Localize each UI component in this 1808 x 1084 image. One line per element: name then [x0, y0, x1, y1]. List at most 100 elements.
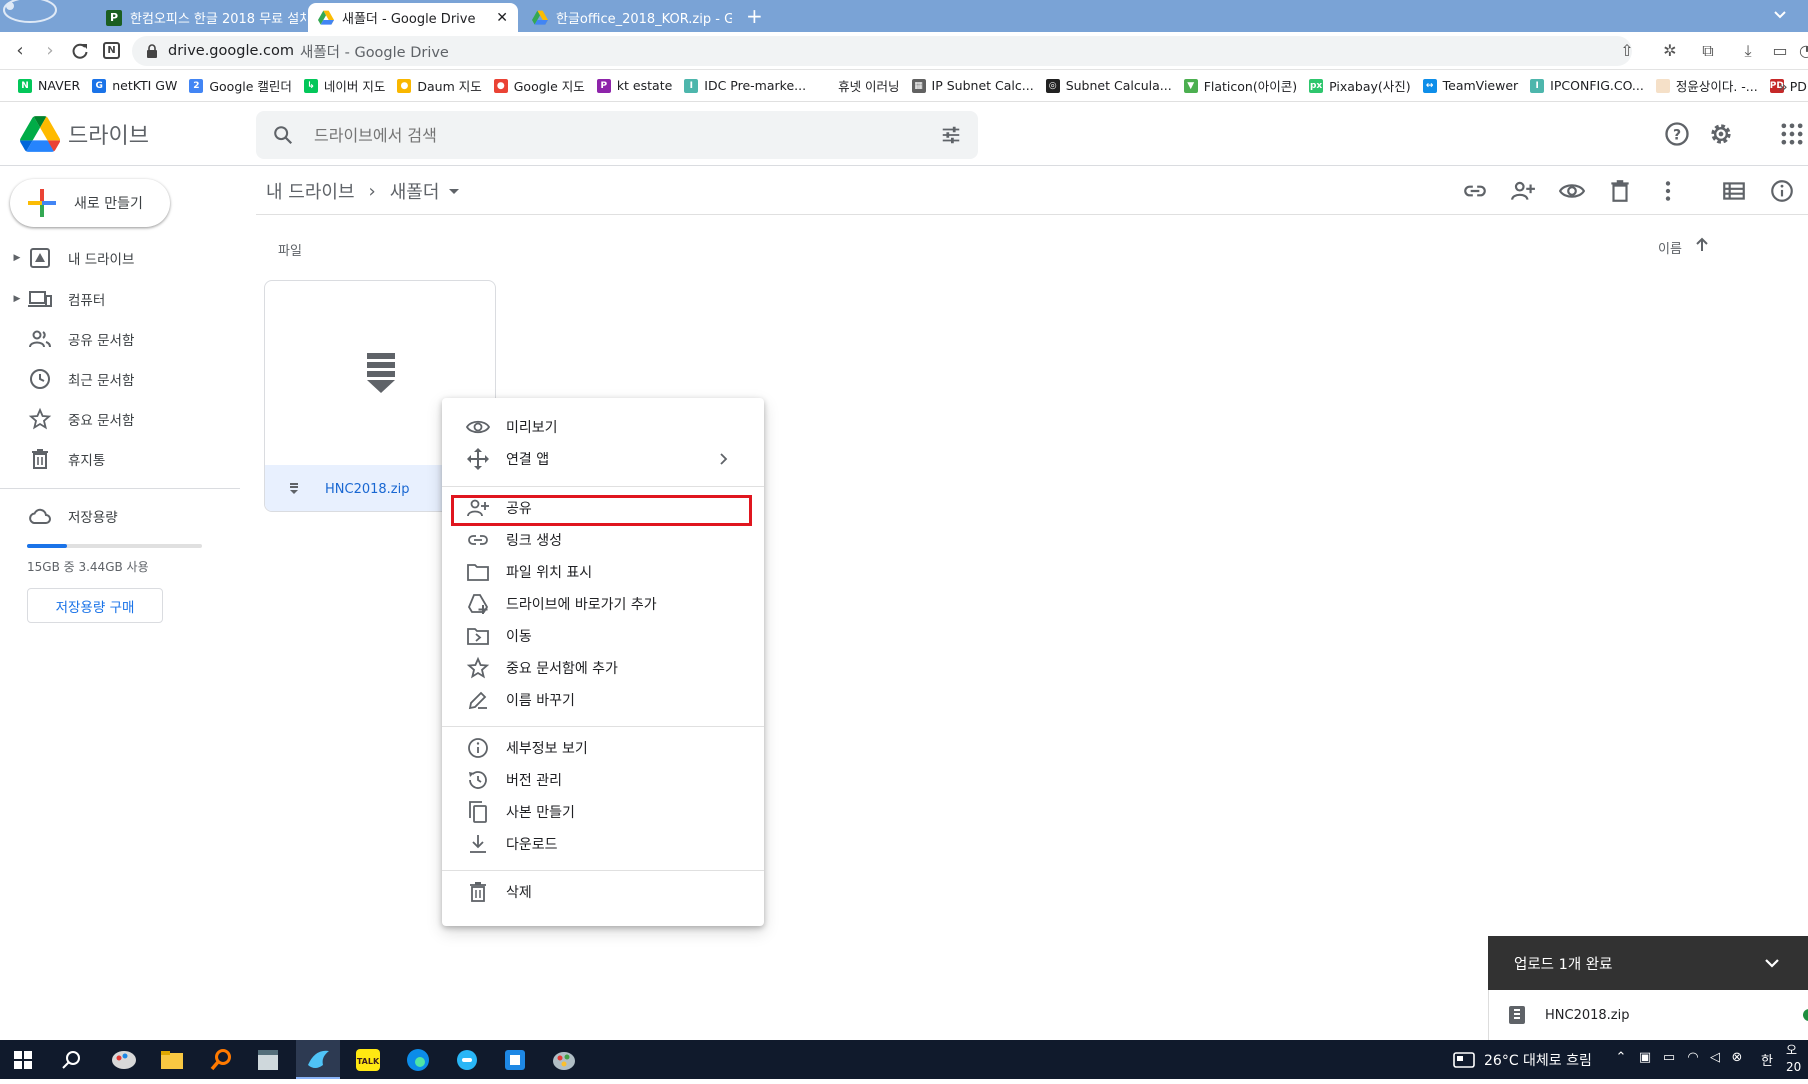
- bookmark-subnet-calc[interactable]: ◎ Subnet Calcula...: [1045, 78, 1172, 93]
- nav-shared[interactable]: 공유 문서함: [0, 321, 240, 357]
- nav-recent[interactable]: 최근 문서함: [0, 361, 240, 397]
- more-actions-icon[interactable]: [1655, 178, 1681, 204]
- get-link-icon[interactable]: [1462, 178, 1488, 204]
- menu-item-get-link[interactable]: 링크 생성: [442, 524, 764, 556]
- view-details-info-icon[interactable]: [1769, 178, 1795, 204]
- remove-trash-icon[interactable]: [1607, 178, 1633, 204]
- forward-icon[interactable]: ›: [38, 39, 62, 63]
- apps-grid-icon[interactable]: [1778, 120, 1806, 148]
- tab-zip-file[interactable]: 한글office_2018_KOR.zip - Goo: [522, 3, 732, 32]
- menu-item-preview[interactable]: 미리보기: [442, 411, 764, 443]
- bookmark-teamviewer[interactable]: ↔ TeamViewer: [1422, 78, 1518, 93]
- profile-icon[interactable]: ◔: [1796, 41, 1808, 61]
- menu-item-add-shortcut[interactable]: 드라이브에 바로가기 추가: [442, 588, 764, 620]
- close-tab-icon[interactable]: ✕: [490, 10, 508, 26]
- nav-trash[interactable]: 휴지통: [0, 441, 240, 477]
- search-input[interactable]: [312, 121, 872, 149]
- new-button[interactable]: 새로 만들기: [10, 179, 170, 227]
- network-wifi-icon[interactable]: ◠: [1684, 1050, 1702, 1068]
- nav-my-drive[interactable]: ▶ 내 드라이브: [0, 240, 240, 276]
- battery-icon[interactable]: ▭: [1660, 1050, 1678, 1068]
- nav-starred[interactable]: 중요 문서함: [0, 401, 240, 437]
- bookmark-flaticon[interactable]: ▼ Flaticon(아이콘): [1183, 76, 1297, 95]
- volume-icon[interactable]: ◁: [1706, 1050, 1724, 1068]
- active-app-highlight[interactable]: [296, 1040, 340, 1079]
- share-icon[interactable]: [1510, 178, 1536, 204]
- search-box[interactable]: [256, 111, 978, 159]
- notification-x-icon[interactable]: ⊗: [1728, 1050, 1746, 1068]
- address-bar[interactable]: drive.google.com 새폴더 - Google Drive: [132, 36, 1632, 66]
- bookmark-google-calendar[interactable]: 2 Google 캘린더: [189, 76, 292, 95]
- app-window-icon[interactable]: [253, 1045, 283, 1075]
- ime-korean-indicator[interactable]: 한: [1758, 1050, 1776, 1069]
- windows-start-icon[interactable]: [8, 1045, 38, 1075]
- menu-item-open-with[interactable]: 연결 앱: [442, 443, 764, 475]
- menu-item-show-location[interactable]: 파일 위치 표시: [442, 556, 764, 588]
- share-page-icon[interactable]: ⇧: [1617, 41, 1637, 61]
- sidepanel-icon[interactable]: ▭: [1770, 41, 1790, 61]
- kakaotalk-icon[interactable]: TALK: [353, 1045, 383, 1075]
- bookmark-ipconfig[interactable]: I IPCONFIG.CO...: [1530, 78, 1644, 93]
- tab-search-chevron-icon[interactable]: [1772, 7, 1788, 23]
- upload-item-row[interactable]: HNC2018.zip: [1488, 990, 1808, 1040]
- bookmark-naver[interactable]: N NAVER: [18, 78, 80, 93]
- new-tab-button[interactable]: +: [746, 4, 763, 28]
- meet-now-icon[interactable]: ▣: [1636, 1050, 1654, 1068]
- app-paint-icon[interactable]: [109, 1045, 139, 1075]
- extension-n-icon[interactable]: N: [103, 42, 120, 59]
- menu-item-add-starred[interactable]: 중요 문서함에 추가: [442, 652, 764, 684]
- menu-item-rename[interactable]: 이름 바꾸기: [442, 684, 764, 716]
- bookmark-ip-subnet[interactable]: ▦ IP Subnet Calc...: [911, 78, 1034, 93]
- more-bookmarks-icon[interactable]: »: [1778, 77, 1788, 96]
- help-icon[interactable]: ?: [1663, 120, 1691, 148]
- app-search-orange-icon[interactable]: [206, 1045, 236, 1075]
- reload-icon[interactable]: [71, 42, 89, 60]
- clock[interactable]: 오 20: [1786, 1042, 1801, 1076]
- menu-item-download[interactable]: 다운로드: [442, 828, 764, 860]
- chat-app-icon[interactable]: [452, 1045, 482, 1075]
- weather-widget[interactable]: 26°C 대체로 흐림: [1452, 1040, 1592, 1079]
- bookmark-netkti[interactable]: GnetKTI GW: [92, 78, 177, 93]
- search-icon[interactable]: [272, 124, 294, 146]
- show-hidden-icons-icon[interactable]: ⌃: [1612, 1050, 1630, 1068]
- app-store-icon[interactable]: [500, 1045, 530, 1075]
- preview-eye-icon[interactable]: [1559, 178, 1585, 204]
- menu-item-remove[interactable]: 삭제: [442, 876, 764, 908]
- bookmark-idc[interactable]: I IDC Pre-marke...: [684, 78, 806, 93]
- download-icon[interactable]: ⤓: [1738, 41, 1758, 61]
- bookmark-pdf-compare[interactable]: PDFPDF 파일 비교: [1769, 76, 1808, 95]
- edge-browser-icon[interactable]: [403, 1045, 433, 1075]
- breadcrumb-current-folder[interactable]: 새폴더: [390, 178, 440, 204]
- list-view-icon[interactable]: [1721, 178, 1747, 204]
- taskbar-search-icon[interactable]: [57, 1045, 87, 1075]
- bookmark-hunet[interactable]: 휴넷 이러닝: [818, 76, 900, 95]
- expand-caret-icon[interactable]: ▶: [10, 253, 24, 263]
- bookmark-personal[interactable]: 정윤상이다. -...: [1655, 76, 1758, 95]
- drive-logo-icon[interactable]: [20, 116, 60, 152]
- extensions-star-icon[interactable]: ✲: [1660, 41, 1680, 61]
- menu-item-make-copy[interactable]: 사본 만들기: [442, 796, 764, 828]
- bookmark-google-map[interactable]: ● Google 지도: [493, 76, 585, 95]
- settings-gear-icon[interactable]: [1707, 120, 1735, 148]
- bookmark-daum-map[interactable]: ● Daum 지도: [397, 76, 482, 95]
- search-options-icon[interactable]: [940, 124, 962, 146]
- tab-google-drive[interactable]: 새폴더 - Google Drive ✕: [308, 3, 518, 32]
- nav-computers[interactable]: ▶ 컴퓨터: [0, 281, 240, 317]
- menu-item-details[interactable]: 세부정보 보기: [442, 732, 764, 764]
- menu-item-move[interactable]: 이동: [442, 620, 764, 652]
- expand-caret-icon[interactable]: ▶: [10, 294, 24, 304]
- buy-storage-button[interactable]: 저장용량 구매: [27, 588, 163, 623]
- folder-dropdown-icon[interactable]: [445, 182, 463, 200]
- tab-hancom[interactable]: P 한컴오피스 한글 2018 무료 설치: [96, 3, 306, 32]
- sort-ascending-arrow-icon[interactable]: [1693, 236, 1711, 254]
- file-explorer-icon[interactable]: [157, 1045, 187, 1075]
- puzzle-icon[interactable]: ⧉: [1698, 41, 1718, 61]
- collapse-chevron-icon[interactable]: [1762, 953, 1782, 973]
- nav-storage[interactable]: 저장용량: [0, 498, 240, 534]
- app-palette-icon[interactable]: [549, 1045, 579, 1075]
- breadcrumb-my-drive[interactable]: 내 드라이브: [266, 178, 355, 204]
- sort-by-name-label[interactable]: 이름: [1658, 238, 1682, 257]
- bookmark-kt-estate[interactable]: Pkt estate: [596, 78, 672, 93]
- menu-item-versions[interactable]: 버전 관리: [442, 764, 764, 796]
- bookmark-naver-map[interactable]: ↳ 네이버 지도: [303, 76, 385, 95]
